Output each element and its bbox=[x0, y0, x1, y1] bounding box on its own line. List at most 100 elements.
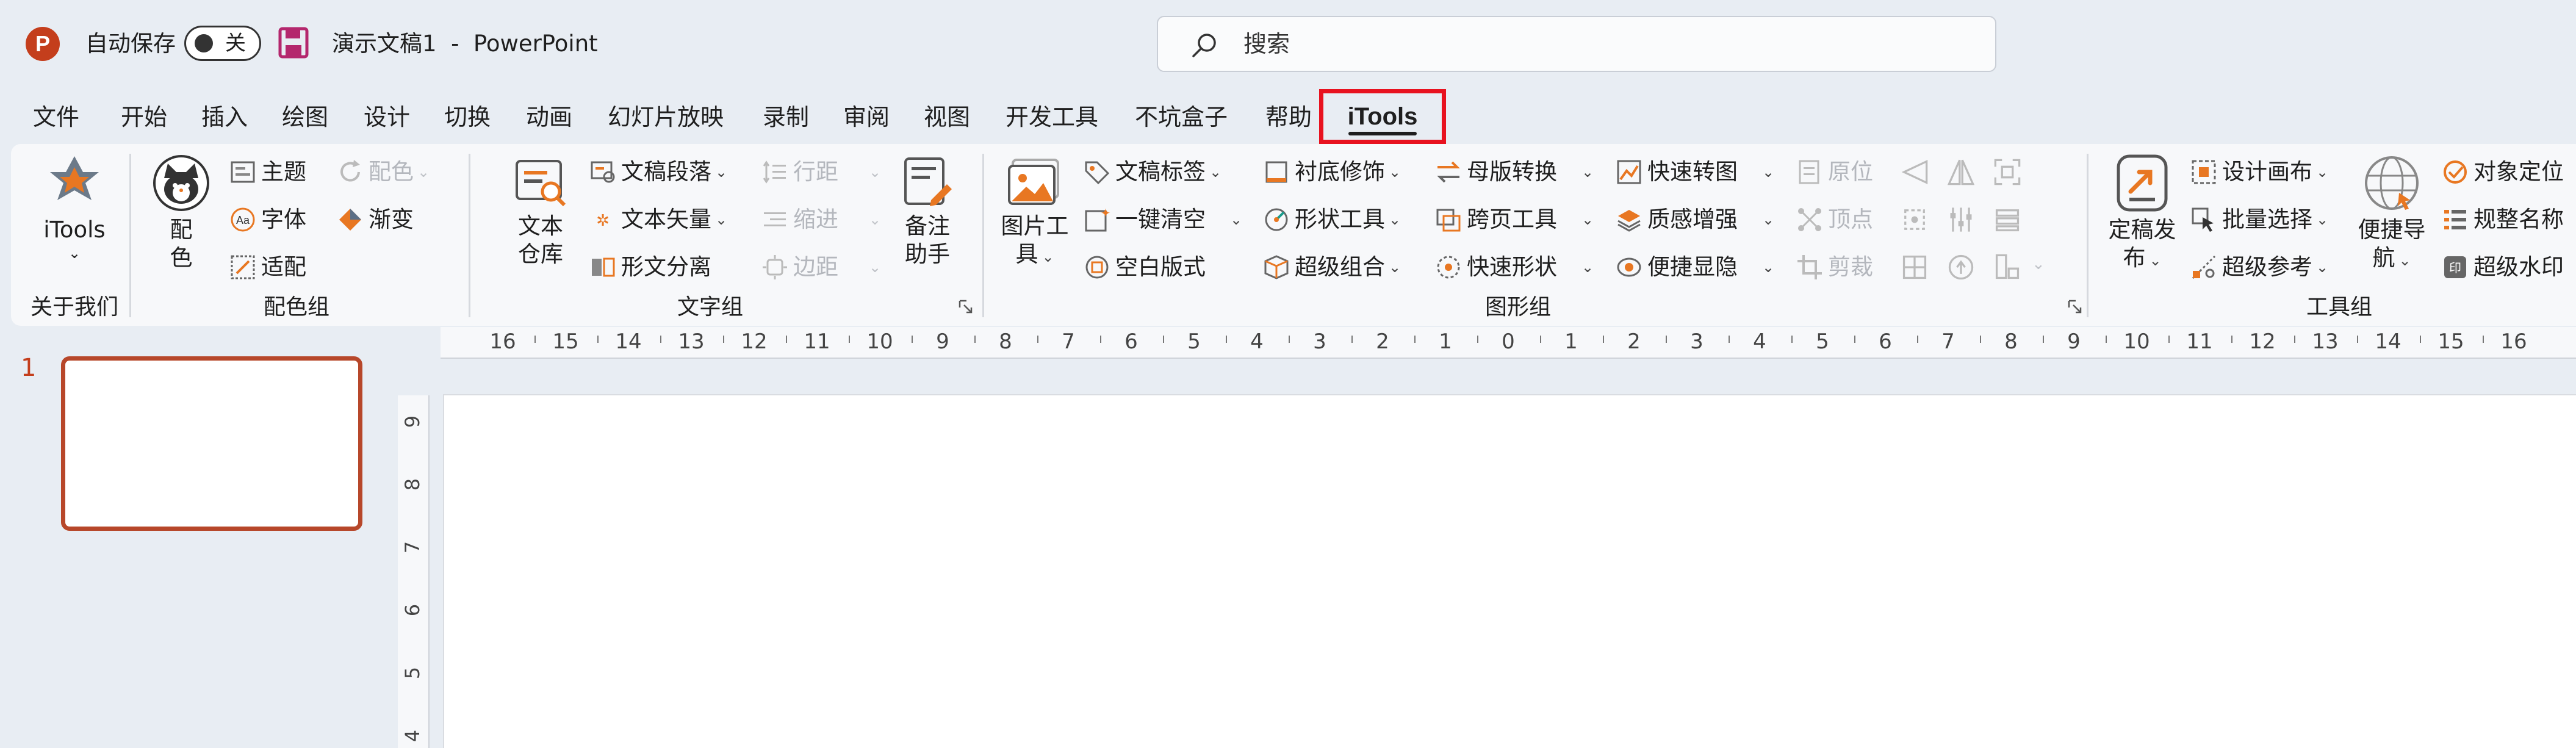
expand-icon[interactable] bbox=[1993, 157, 2022, 187]
rename-button[interactable]: 规整名称 bbox=[2442, 201, 2564, 238]
fit-button[interactable]: 适配 bbox=[229, 249, 306, 286]
origin-button[interactable]: 原位 bbox=[1796, 154, 1873, 190]
ruler-label: 14 bbox=[2375, 329, 2402, 354]
quick-shape-button[interactable]: 快速形状 ⌄ bbox=[1435, 249, 1594, 286]
group-separator bbox=[469, 154, 470, 317]
ruler-label: 7 bbox=[401, 541, 424, 554]
tab-slideshow[interactable]: 幻灯片放映 bbox=[608, 100, 724, 134]
gradient-button[interactable]: 渐变 bbox=[337, 201, 414, 238]
shape-tools-button[interactable]: 形状工具 ⌄ bbox=[1263, 201, 1401, 238]
chevron-down-icon: ⌄ bbox=[715, 211, 728, 228]
itools-about-button[interactable]: iTools ⌄ bbox=[32, 154, 117, 262]
ruler-label: 9 bbox=[936, 329, 949, 354]
ruler-label: 6 bbox=[401, 603, 424, 617]
picture-tools-button[interactable]: 图片工 具 ⌄ bbox=[998, 157, 1071, 271]
line-spacing-button[interactable]: 行距 ⌄ bbox=[761, 154, 881, 190]
tab-draw[interactable]: 绘图 bbox=[282, 100, 328, 134]
list-icon bbox=[2444, 210, 2466, 229]
tab-record[interactable]: 录制 bbox=[763, 100, 809, 134]
publish-button[interactable]: 定稿发 布 ⌄ bbox=[2103, 154, 2182, 275]
quick-chart-button[interactable]: 快速转图 ⌄ bbox=[1616, 154, 1774, 190]
ruler-label: 11 bbox=[804, 329, 830, 354]
bg-fix-button[interactable]: 衬底修饰 ⌄ bbox=[1263, 154, 1401, 190]
ruler-tick bbox=[1225, 336, 1227, 343]
tab-transitions[interactable]: 切换 bbox=[444, 100, 491, 134]
chevron-down-icon: ⌄ bbox=[1762, 259, 1775, 276]
align-left-icon[interactable] bbox=[1900, 157, 1929, 187]
grid-icon[interactable] bbox=[1900, 253, 1929, 282]
font-button[interactable]: Aa 字体 bbox=[229, 201, 306, 238]
font-icon: Aa bbox=[231, 207, 255, 232]
sliders-icon[interactable] bbox=[1946, 205, 1976, 234]
object-locate-button[interactable]: 对象定位 bbox=[2442, 154, 2564, 190]
batch-select-button[interactable]: 批量选择 ⌄ bbox=[2190, 201, 2328, 238]
tab-review[interactable]: 审阅 bbox=[843, 100, 890, 134]
gradient-label: 渐变 bbox=[369, 206, 414, 232]
chevron-down-icon: ⌄ bbox=[869, 259, 882, 276]
chevron-down-icon: ⌄ bbox=[869, 211, 882, 228]
autosave-toggle[interactable]: 关 bbox=[184, 26, 261, 61]
shape-tools-label: 形状工具 bbox=[1295, 206, 1385, 232]
ruler-label: 15 bbox=[2437, 329, 2464, 354]
tab-help[interactable]: 帮助 bbox=[1265, 100, 1312, 134]
paragraph-button[interactable]: 文稿段落 ⌄ bbox=[589, 154, 727, 190]
ruler-label: 2 bbox=[1376, 329, 1389, 354]
chevron-down-icon[interactable]: ⌄ bbox=[2032, 255, 2045, 273]
text-vector-button[interactable]: ✲ 文本矢量 ⌄ bbox=[589, 201, 727, 238]
ruler-tick bbox=[1539, 336, 1541, 343]
save-icon[interactable] bbox=[278, 27, 309, 59]
search-box[interactable]: 搜索 bbox=[1157, 16, 1996, 72]
theme-button[interactable]: 主题 bbox=[229, 154, 306, 190]
distribute-icon[interactable] bbox=[1900, 205, 1929, 234]
ruler-label: 3 bbox=[1690, 329, 1704, 354]
tab-animations[interactable]: 动画 bbox=[526, 100, 572, 134]
tab-design[interactable]: 设计 bbox=[364, 100, 410, 134]
flip-icon[interactable] bbox=[1946, 157, 1976, 187]
globe-icon bbox=[2365, 156, 2419, 210]
rename-label: 规整名称 bbox=[2473, 206, 2564, 232]
master-convert-button[interactable]: 母版转换 ⌄ bbox=[1435, 154, 1594, 190]
tab-file[interactable]: 文件 bbox=[33, 100, 79, 134]
tab-insert[interactable]: 插入 bbox=[201, 100, 248, 134]
slide-thumbnail[interactable] bbox=[61, 356, 362, 531]
dialog-launcher-icon[interactable] bbox=[2067, 299, 2083, 315]
watermark-button[interactable]: 印 超级水印 bbox=[2442, 249, 2564, 286]
color-scheme-label-2: 色 bbox=[170, 245, 193, 271]
tab-view[interactable]: 视图 bbox=[924, 100, 970, 134]
tab-itools[interactable]: iTools bbox=[1319, 101, 1446, 132]
shape-text-split-button[interactable]: 形文分离 bbox=[589, 249, 711, 286]
tab-bukeng[interactable]: 不坑盒子 bbox=[1135, 100, 1228, 134]
ruler-tick bbox=[2356, 336, 2358, 343]
ruler-tick bbox=[1162, 336, 1164, 343]
vertex-button[interactable]: 顶点 bbox=[1796, 201, 1873, 238]
ruler-label: 9 bbox=[2067, 329, 2081, 354]
bar-size-icon[interactable] bbox=[1993, 253, 2022, 282]
quick-nav-button[interactable]: 便捷导 航 ⌄ bbox=[2355, 154, 2428, 275]
tab-developer[interactable]: 开发工具 bbox=[1006, 100, 1098, 134]
batch-select-label: 批量选择 bbox=[2222, 206, 2312, 232]
super-reference-button[interactable]: 超级参考 ⌄ bbox=[2190, 249, 2328, 286]
crop-button[interactable]: 剪裁 bbox=[1796, 249, 1873, 286]
super-reference-label: 超级参考 bbox=[2222, 254, 2312, 280]
super-group-button[interactable]: 超级组合 ⌄ bbox=[1263, 249, 1401, 286]
dialog-launcher-icon[interactable] bbox=[958, 299, 974, 315]
cross-page-button[interactable]: 跨页工具 ⌄ bbox=[1435, 201, 1594, 238]
blank-layout-button[interactable]: 空白版式 bbox=[1084, 249, 1206, 286]
color-scheme-button[interactable]: 配 色 bbox=[148, 154, 215, 272]
text-library-button[interactable]: 文本 仓库 bbox=[510, 157, 571, 268]
ruler-label: 12 bbox=[741, 329, 768, 354]
design-canvas-button[interactable]: 设计画布 ⌄ bbox=[2190, 154, 2328, 190]
notes-helper-button[interactable]: 备注 助手 bbox=[897, 156, 958, 268]
color-menu-button[interactable]: 配色 ⌄ bbox=[337, 154, 430, 190]
stack-icon[interactable] bbox=[1993, 205, 2022, 234]
indent-button[interactable]: 缩进 ⌄ bbox=[761, 201, 881, 238]
tab-home[interactable]: 开始 bbox=[121, 100, 167, 134]
quick-shape-icon bbox=[1437, 256, 1460, 279]
show-hide-button[interactable]: 便捷显隐 ⌄ bbox=[1616, 249, 1774, 286]
texture-button[interactable]: 质感增强 ⌄ bbox=[1616, 201, 1774, 238]
one-click-clear-button[interactable]: ✦ 一键清空 ⌄ bbox=[1084, 201, 1242, 238]
doc-tag-button[interactable]: 文稿标签 ⌄ bbox=[1084, 154, 1221, 190]
rotate-icon[interactable] bbox=[1946, 253, 1976, 282]
slide-canvas[interactable] bbox=[444, 395, 2576, 748]
margin-button[interactable]: 边距 ⌄ bbox=[761, 249, 881, 286]
